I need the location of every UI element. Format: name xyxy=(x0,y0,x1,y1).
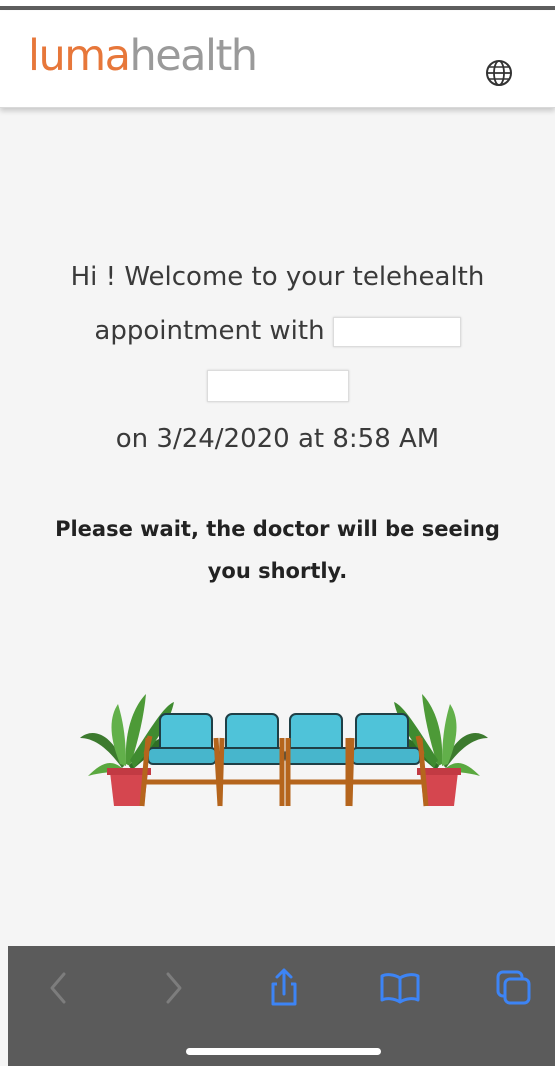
chair-3 xyxy=(285,713,351,806)
wait-line-1: Please wait, the doctor will be seeing xyxy=(55,517,500,541)
redacted-doctor-name-1 xyxy=(332,316,461,347)
welcome-message: Hi ! Welcome to your telehealth appointm… xyxy=(20,250,535,466)
welcome-line-1: Hi ! Welcome to your telehealth xyxy=(70,262,485,292)
appointment-time: on 3/24/2020 at 8:58 AM xyxy=(115,424,440,454)
tabs-icon[interactable] xyxy=(492,966,536,1010)
appointment-with-text: appointment with xyxy=(94,316,325,346)
logo-luma-text: luma xyxy=(28,31,131,81)
logo-health-text: health xyxy=(129,31,258,81)
redacted-doctor-name-2 xyxy=(206,369,349,402)
back-icon[interactable] xyxy=(38,966,82,1010)
lumahealth-logo: lumahealth xyxy=(28,35,258,78)
share-icon[interactable] xyxy=(262,966,306,1010)
wait-line-2: you shortly. xyxy=(207,559,348,583)
welcome-line-2: appointment with xyxy=(20,304,535,358)
status-strip xyxy=(0,0,555,11)
browser-toolbar xyxy=(8,946,555,1066)
bookmarks-icon[interactable] xyxy=(378,966,422,1010)
waiting-room-chairs-illustration xyxy=(80,694,488,807)
app-header: lumahealth xyxy=(0,11,555,108)
welcome-line-3 xyxy=(20,358,535,412)
forward-icon[interactable] xyxy=(152,966,196,1010)
wait-message: Please wait, the doctor will be seeing y… xyxy=(20,508,535,592)
home-indicator[interactable] xyxy=(186,1048,381,1055)
globe-icon[interactable] xyxy=(484,58,514,88)
chair-2 xyxy=(217,713,285,807)
